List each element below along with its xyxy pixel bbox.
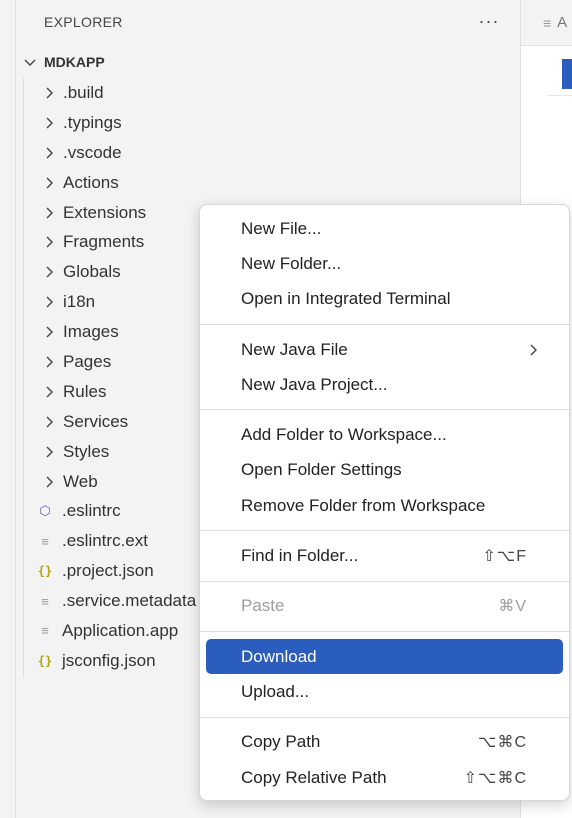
menu-item-label: Open in Integrated Terminal [241, 289, 451, 309]
tree-item-label: .eslintrc [62, 501, 121, 521]
context-menu: New File... New Folder... Open in Integrat… [199, 204, 570, 801]
menu-item-label: Add Folder to Workspace... [241, 425, 447, 445]
workspace-root-folder[interactable]: MDKAPP [22, 50, 105, 74]
chevron-right-icon [41, 85, 57, 101]
tree-item-label: Application.app [62, 620, 179, 640]
chevron-right-icon [41, 414, 57, 430]
chevron-right-icon [41, 234, 57, 250]
chevron-right-icon [41, 294, 57, 310]
tree-folder-item[interactable]: Actions [17, 168, 520, 198]
chevron-right-icon [41, 115, 57, 131]
menu-item-new-java-project[interactable]: New Java Project... [206, 367, 563, 402]
menu-item-label: Find in Folder... [241, 546, 359, 566]
chevron-right-icon [41, 175, 57, 191]
lines-file-icon: ≡ [41, 623, 49, 639]
menu-item-label: New Java File [241, 339, 348, 359]
menu-item-download[interactable]: Download [206, 638, 563, 675]
chevron-down-icon [22, 54, 38, 70]
tree-item-label: Services [63, 411, 129, 431]
tree-item-label: jsconfig.json [62, 650, 156, 670]
menu-separator [200, 580, 569, 582]
workspace-root-label: MDKAPP [44, 54, 105, 70]
menu-separator [200, 630, 569, 632]
tree-folder-item[interactable]: .typings [17, 108, 520, 138]
menu-item-copy-relative-path[interactable]: Copy Relative Path ⇧⌥⌘C [206, 760, 563, 795]
menu-item-shortcut: ⌘V [498, 598, 527, 616]
tree-item-label: .project.json [62, 561, 154, 581]
tree-item-label: Extensions [63, 202, 147, 222]
menu-separator [200, 323, 569, 325]
tab-file-icon: ≡ [543, 14, 552, 31]
menu-item-shortcut: ⇧⌥⌘C [463, 769, 527, 787]
editor-tab[interactable]: ≡ A [521, 0, 572, 46]
tree-item-label: .build [63, 82, 104, 102]
menu-item-label: Open Folder Settings [241, 460, 402, 480]
tree-item-label: i18n [63, 292, 96, 312]
chevron-right-icon [41, 354, 57, 370]
tree-item-label: Fragments [63, 232, 145, 252]
chevron-right-icon [41, 444, 57, 460]
chevron-right-icon [41, 384, 57, 400]
lines-file-icon: ≡ [41, 593, 49, 609]
menu-item-paste: Paste ⌘V [206, 589, 563, 624]
tree-item-label: Rules [63, 381, 107, 401]
menu-item-open-folder-settings[interactable]: Open Folder Settings [206, 453, 563, 488]
menu-item-label: Download [241, 646, 317, 666]
menu-item-upload[interactable]: Upload... [206, 674, 563, 709]
tree-folder-item[interactable]: .vscode [17, 138, 520, 168]
menu-item-label: Paste [241, 596, 285, 616]
tree-item-label: Globals [63, 262, 121, 282]
tree-item-label: Web [63, 471, 98, 491]
more-actions-icon[interactable]: ··· [477, 9, 501, 33]
menu-item-label: Upload... [241, 681, 310, 701]
submenu-arrow-icon [525, 342, 541, 358]
activity-bar-edge [0, 0, 16, 818]
menu-item-shortcut: ⌥⌘C [478, 734, 527, 752]
explorer-title: EXPLORER [44, 14, 123, 30]
lines-file-icon: ≡ [41, 533, 49, 549]
tree-item-label: Actions [63, 172, 119, 192]
tree-folder-item[interactable]: .build [17, 78, 520, 108]
menu-item-new-file[interactable]: New File... [206, 211, 563, 246]
tree-item-label: .typings [63, 112, 122, 132]
editor-tab-label: A [557, 14, 568, 31]
chevron-right-icon [41, 324, 57, 340]
chevron-right-icon [41, 145, 57, 161]
tree-item-label: .service.metadata [62, 591, 197, 611]
menu-item-label: New Java Project... [241, 374, 388, 394]
tree-item-label: .eslintrc.ext [62, 531, 148, 551]
menu-item-label: New File... [241, 218, 322, 238]
menu-item-new-java-file[interactable]: New Java File [206, 332, 563, 367]
json-file-icon: {} [37, 653, 53, 668]
menu-item-shortcut: ⇧⌥F [482, 548, 527, 566]
tree-item-label: Images [63, 322, 119, 342]
menu-item-label: New Folder... [241, 253, 342, 273]
tree-item-label: Styles [63, 441, 110, 461]
editor-divider [547, 95, 572, 96]
menu-item-copy-path[interactable]: Copy Path ⌥⌘C [206, 725, 563, 760]
chevron-right-icon [41, 264, 57, 280]
menu-item-label: Copy Path [241, 732, 321, 752]
tree-item-label: .vscode [63, 142, 122, 162]
menu-separator [200, 530, 569, 532]
chevron-right-icon [41, 205, 57, 221]
eslint-icon: ⬡ [39, 503, 51, 519]
editor-blue-element[interactable] [562, 59, 572, 89]
menu-separator [200, 716, 569, 718]
chevron-right-icon [41, 474, 57, 490]
tree-item-label: Pages [63, 351, 112, 371]
menu-item-remove-folder-from-workspace[interactable]: Remove Folder from Workspace [206, 488, 563, 523]
menu-item-new-folder[interactable]: New Folder... [206, 246, 563, 281]
menu-item-open-in-integrated-terminal[interactable]: Open in Integrated Terminal [206, 282, 563, 317]
menu-item-add-folder-to-workspace[interactable]: Add Folder to Workspace... [206, 417, 563, 452]
json-file-icon: {} [37, 564, 53, 579]
menu-item-find-in-folder[interactable]: Find in Folder... ⇧⌥F [206, 538, 563, 573]
menu-separator [200, 409, 569, 411]
menu-item-label: Copy Relative Path [241, 767, 387, 787]
menu-item-label: Remove Folder from Workspace [241, 495, 486, 515]
